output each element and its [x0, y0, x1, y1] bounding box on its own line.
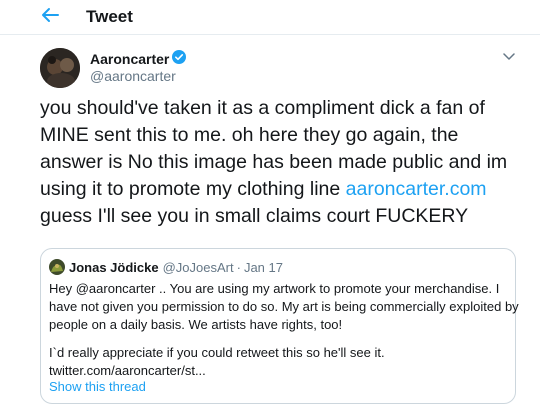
quoted-tweet-header: Jonas Jödicke @JoJoesArt · Jan 17: [49, 259, 283, 275]
verified-badge-icon: [172, 50, 187, 67]
tweet-text-line: MINE sent this to me. oh here they go ag…: [40, 124, 459, 146]
quoted-date[interactable]: Jan 17: [244, 260, 283, 275]
quoted-text-line: have not given you permission to do so. …: [49, 299, 519, 314]
show-thread-link[interactable]: Show this thread: [49, 379, 146, 394]
author-handle[interactable]: @aaroncarter: [90, 68, 176, 84]
quoted-text-line: people on a daily basis. We artists have…: [49, 317, 343, 332]
quoted-tweet-body: Hey @aaroncarter .. You are using my art…: [49, 280, 519, 380]
separator-dot: ·: [236, 259, 241, 275]
author-name[interactable]: Aaroncarter: [90, 51, 169, 67]
top-bar: Tweet: [0, 0, 540, 35]
quoted-text-line: I`d really appreciate if you could retwe…: [49, 345, 385, 360]
tweet-text: you should've taken it as a compliment d…: [40, 95, 520, 230]
tweet-text-segment: using it to promote my clothing line: [40, 178, 346, 200]
back-button[interactable]: [38, 6, 62, 28]
tweet-text-line: you should've taken it as a compliment d…: [40, 97, 485, 119]
quoted-text-line: twitter.com/aaroncarter/st...: [49, 363, 206, 378]
tweet-text-line: answer is No this image has been made pu…: [40, 151, 508, 173]
quoted-author-name[interactable]: Jonas Jödicke: [69, 260, 159, 275]
website-link[interactable]: aaroncarter.com: [346, 178, 487, 200]
avatar[interactable]: [40, 48, 80, 88]
more-options-button[interactable]: [501, 50, 517, 64]
author-name-row[interactable]: Aaroncarter: [90, 50, 187, 67]
quoted-tweet[interactable]: Jonas Jödicke @JoJoesArt · Jan 17 Hey @a…: [40, 248, 519, 404]
chevron-down-icon: [503, 48, 515, 66]
arrow-left-icon: [41, 7, 59, 28]
quoted-avatar[interactable]: [49, 259, 65, 275]
tweet-text-line: using it to promote my clothing line aar…: [40, 176, 520, 203]
quoted-author-handle[interactable]: @JoJoesArt: [163, 260, 234, 275]
page-title: Tweet: [86, 7, 133, 26]
quoted-text-line: Hey @aaroncarter .. You are using my art…: [49, 281, 500, 296]
tweet-text-line: guess I'll see you in small claims court…: [40, 205, 469, 227]
